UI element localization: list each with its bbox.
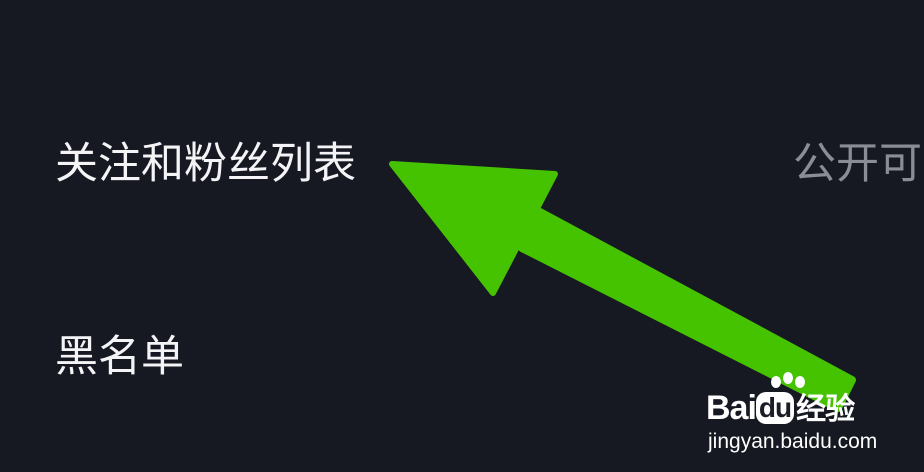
baidu-logo: Bai du 经验 <box>706 388 855 430</box>
watermark-url: jingyan.baidu.com <box>708 430 878 453</box>
logo-bai: Bai <box>706 389 757 427</box>
blacklist-label: 黑名单 <box>55 332 184 382</box>
follow-fans-list-value: 公开可 <box>793 139 922 189</box>
logo-jingyan: 经验 <box>796 392 855 427</box>
follow-fans-list-label: 关注和粉丝列表 <box>55 139 356 189</box>
settings-row-follow-fans-list[interactable]: 关注和粉丝列表 公开可 <box>0 122 924 210</box>
logo-du: du <box>755 392 795 424</box>
baidu-jingyan-watermark: Bai du 经验 jingyan.baidu.com <box>706 372 916 462</box>
